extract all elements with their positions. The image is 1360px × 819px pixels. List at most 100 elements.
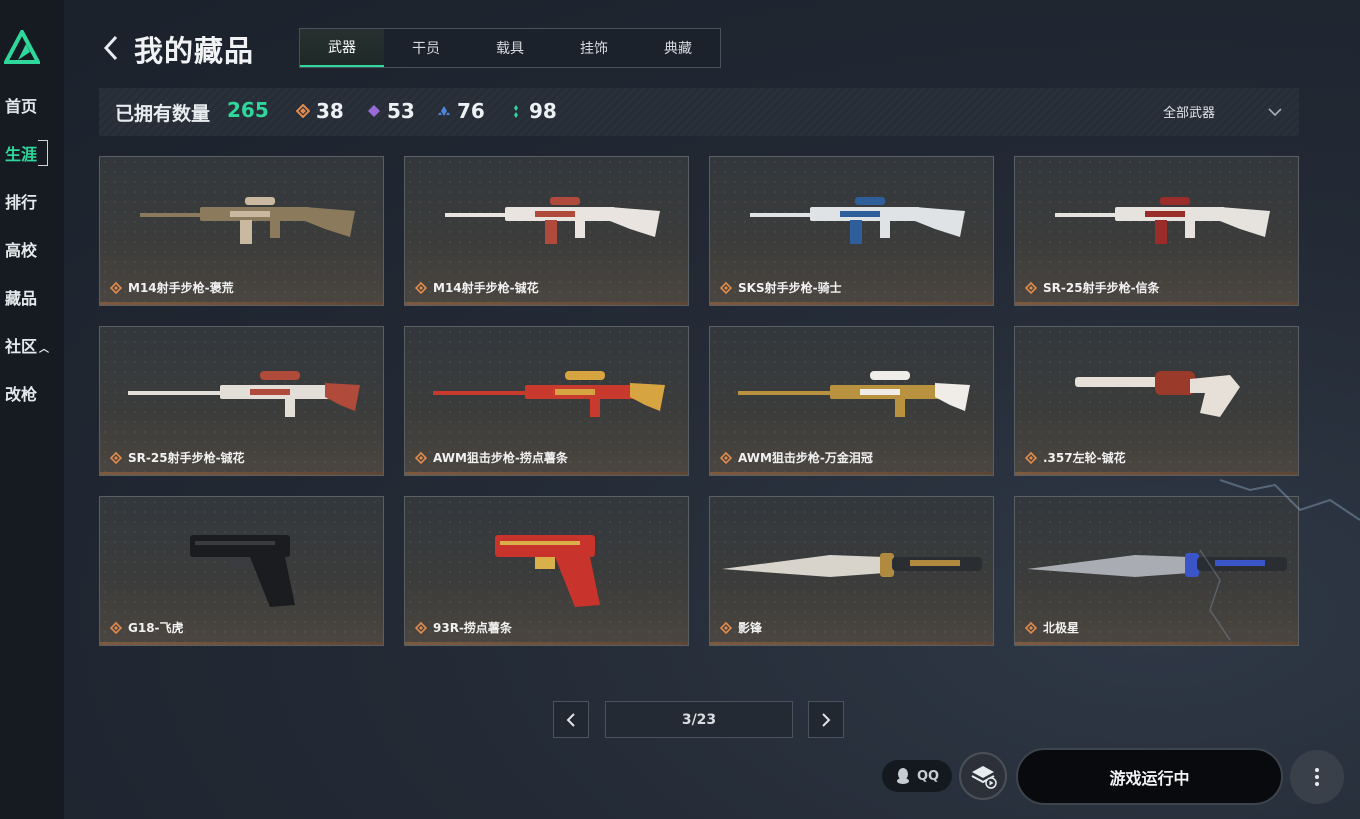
collection-card[interactable]: 影锋 [709, 496, 994, 646]
knife-weapon-image [1027, 553, 1287, 577]
nav-item-gunsmith[interactable]: 改枪 [5, 381, 37, 405]
revolver-weapon-image [1075, 371, 1240, 417]
prev-page-button[interactable] [553, 701, 589, 738]
green-diamond-icon [514, 105, 518, 118]
orange-diamond-icon [110, 451, 122, 464]
card-label: 北极星 [1025, 619, 1079, 636]
collection-card[interactable]: .357左轮-铖花 [1014, 326, 1299, 476]
page-indicator: 3/23 [605, 701, 793, 738]
nav-item-career[interactable]: 生涯 [5, 141, 37, 165]
nav-item-community[interactable]: 社区 ︿ [5, 333, 49, 357]
card-label: AWM狙击步枪-捞点薯条 [415, 449, 568, 466]
tab-collection-vault[interactable]: 典藏 [636, 29, 720, 67]
orange-diamond-icon [720, 621, 732, 634]
rifle-weapon-image [445, 197, 660, 244]
card-item-name: M14射手步枪-褒荒 [128, 281, 234, 295]
sidebar: 首页 生涯 排行 高校 藏品 社区 ︿ 改枪 [0, 0, 64, 819]
pistol-weapon-image [190, 535, 295, 607]
collection-card[interactable]: M14射手步枪-铖花 [404, 156, 689, 306]
collection-card[interactable]: M14射手步枪-褒荒 [99, 156, 384, 306]
nav-item-collection[interactable]: 藏品 [5, 285, 37, 309]
pistol-weapon-image [495, 535, 600, 607]
card-label: M14射手步枪-褒荒 [110, 279, 234, 296]
card-label: AWM狙击步枪-万金泪冠 [720, 449, 873, 466]
nav-active-indicator [38, 140, 48, 166]
nav-item-college[interactable]: 高校 [5, 237, 37, 261]
card-item-name: AWM狙击步枪-万金泪冠 [738, 451, 873, 465]
collection-card[interactable]: AWM狙击步枪-万金泪冠 [709, 326, 994, 476]
rifle-weapon-image [140, 197, 355, 244]
weapon-filter-dropdown[interactable]: 全部武器 [1163, 102, 1283, 121]
nav-item-home[interactable]: 首页 [5, 93, 37, 117]
next-page-button[interactable] [808, 701, 844, 738]
rarity-purple-count: 53 [367, 99, 415, 123]
card-item-name: AWM狙击步枪-捞点薯条 [433, 451, 568, 465]
orange-diamond-icon [1025, 281, 1037, 294]
orange-diamond-icon [720, 451, 732, 464]
sniper-weapon-image [128, 371, 360, 417]
card-item-name: SR-25射手步枪-信条 [1043, 281, 1160, 295]
collection-card[interactable]: SR-25射手步枪-铖花 [99, 326, 384, 476]
orange-diamond-icon [720, 281, 732, 294]
card-label: .357左轮-铖花 [1025, 449, 1126, 466]
collection-card[interactable]: SKS射手步枪-骑士 [709, 156, 994, 306]
rifle-weapon-image [1055, 197, 1270, 244]
collection-card[interactable]: 93R-捞点薯条 [404, 496, 689, 646]
chevron-left-icon [566, 712, 575, 727]
blue-diamond-icon [438, 106, 450, 116]
rifle-weapon-image [750, 197, 965, 244]
game-library-button[interactable] [959, 752, 1007, 800]
collection-card[interactable]: 北极星 [1014, 496, 1299, 646]
qq-button[interactable]: QQ [882, 760, 952, 792]
tab-charms[interactable]: 挂饰 [552, 29, 636, 67]
orange-diamond-icon [296, 104, 310, 118]
vertical-dots-icon [1315, 768, 1319, 786]
page-title: 我的藏品 [134, 34, 255, 68]
orange-diamond-icon [1025, 621, 1037, 634]
card-label: SR-25射手步枪-信条 [1025, 279, 1160, 296]
owned-count: 265 [227, 98, 269, 122]
card-item-name: M14射手步枪-铖花 [433, 281, 539, 295]
nav-item-ranking[interactable]: 排行 [5, 189, 37, 213]
card-label: 93R-捞点薯条 [415, 619, 512, 636]
rarity-green-count: 98 [509, 99, 557, 123]
sniper-weapon-image [433, 371, 665, 417]
card-item-name: SKS射手步枪-骑士 [738, 281, 842, 295]
rarity-orange-count: 38 [296, 99, 344, 123]
launch-game-button[interactable]: 游戏运行中 [1016, 748, 1283, 805]
stats-bar: 已拥有数量 265 38 53 76 98 全部武器 [99, 88, 1299, 136]
tab-vehicles[interactable]: 载具 [468, 29, 552, 67]
orange-diamond-icon [415, 451, 427, 464]
knife-weapon-image [722, 553, 982, 577]
layers-play-icon [971, 766, 997, 789]
orange-diamond-icon [110, 621, 122, 634]
collection-card[interactable]: G18-飞虎 [99, 496, 384, 646]
chevron-up-icon: ︿ [39, 344, 50, 355]
card-item-name: .357左轮-铖花 [1043, 451, 1126, 465]
orange-diamond-icon [415, 281, 427, 294]
rarity-blue-count: 76 [437, 99, 485, 123]
card-label: M14射手步枪-铖花 [415, 279, 539, 296]
card-label: G18-飞虎 [110, 619, 184, 636]
card-label: 影锋 [720, 619, 762, 636]
category-tabs: 武器 干员 载具 挂饰 典藏 [299, 28, 721, 68]
card-item-name: G18-飞虎 [128, 621, 184, 635]
qq-penguin-icon [896, 768, 909, 784]
collection-card[interactable]: SR-25射手步枪-信条 [1014, 156, 1299, 306]
app-logo-icon[interactable] [4, 30, 40, 64]
back-arrow-icon[interactable] [100, 32, 122, 64]
sniper-weapon-image [738, 371, 970, 417]
chevron-down-icon [1268, 107, 1282, 116]
collection-card[interactable]: AWM狙击步枪-捞点薯条 [404, 326, 689, 476]
card-label: SR-25射手步枪-铖花 [110, 449, 245, 466]
card-item-name: 93R-捞点薯条 [433, 621, 512, 635]
chevron-right-icon [822, 712, 831, 727]
more-options-button[interactable] [1290, 750, 1344, 804]
orange-diamond-icon [1025, 451, 1037, 464]
tab-weapons[interactable]: 武器 [300, 29, 384, 67]
card-item-name: 影锋 [738, 621, 763, 635]
card-item-name: 北极星 [1043, 621, 1080, 635]
tab-operators[interactable]: 干员 [384, 29, 468, 67]
owned-label: 已拥有数量 [115, 103, 211, 125]
card-item-name: SR-25射手步枪-铖花 [128, 451, 245, 465]
